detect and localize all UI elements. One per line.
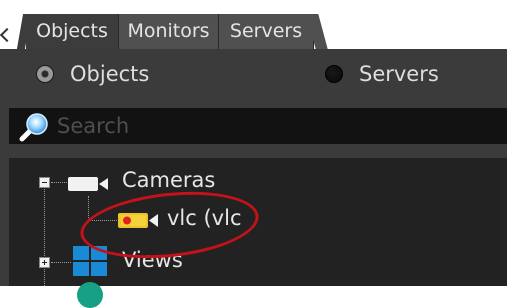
- objects-panel: Objects Monitors Servers Objects Servers: [0, 0, 507, 308]
- object-tree: Cameras vlc (vlc Views: [9, 158, 507, 308]
- radio-selected-icon[interactable]: [36, 65, 54, 83]
- collapse-cameras-toggle[interactable]: [39, 177, 50, 188]
- tree-item-vlc[interactable]: vlc (vlc: [167, 206, 241, 230]
- view-mode-radio-group: Objects Servers: [0, 49, 507, 99]
- tab-strip: Objects Monitors Servers: [0, 0, 507, 49]
- radio-servers-label: Servers: [359, 62, 439, 86]
- radio-objects[interactable]: Objects: [36, 62, 149, 86]
- tree-connector: [88, 196, 89, 220]
- tab-objects-label: Objects: [36, 20, 108, 42]
- tree-item-views-label: Views: [122, 248, 183, 272]
- tree-connector: [51, 182, 67, 183]
- tab-objects[interactable]: Objects: [26, 14, 118, 49]
- radio-servers[interactable]: Servers: [325, 62, 439, 86]
- search-input[interactable]: [57, 108, 497, 144]
- tab-servers-label: Servers: [229, 20, 303, 42]
- cursor-icon: [0, 27, 15, 43]
- tree-item-cameras-label: Cameras: [122, 168, 216, 192]
- radio-unselected-icon[interactable]: [325, 65, 343, 83]
- expand-views-toggle[interactable]: [39, 257, 50, 268]
- tab-monitors-label: Monitors: [127, 20, 210, 42]
- tree-connector: [51, 262, 71, 263]
- search-icon: [19, 113, 48, 142]
- tree-item-vlc-label: vlc (vlc: [167, 206, 242, 230]
- views-grid-icon: [73, 246, 109, 278]
- search-box[interactable]: [9, 108, 507, 144]
- tree-connector: [44, 184, 45, 286]
- camera-warning-icon: [118, 213, 158, 228]
- camera-icon: [68, 177, 108, 191]
- tab-monitors[interactable]: Monitors: [118, 14, 218, 49]
- radio-objects-label: Objects: [70, 62, 150, 86]
- tab-servers[interactable]: Servers: [218, 14, 314, 49]
- tree-connector: [89, 220, 117, 221]
- tree-item-cameras[interactable]: Cameras: [122, 168, 215, 192]
- tree-item-views[interactable]: Views: [122, 248, 183, 272]
